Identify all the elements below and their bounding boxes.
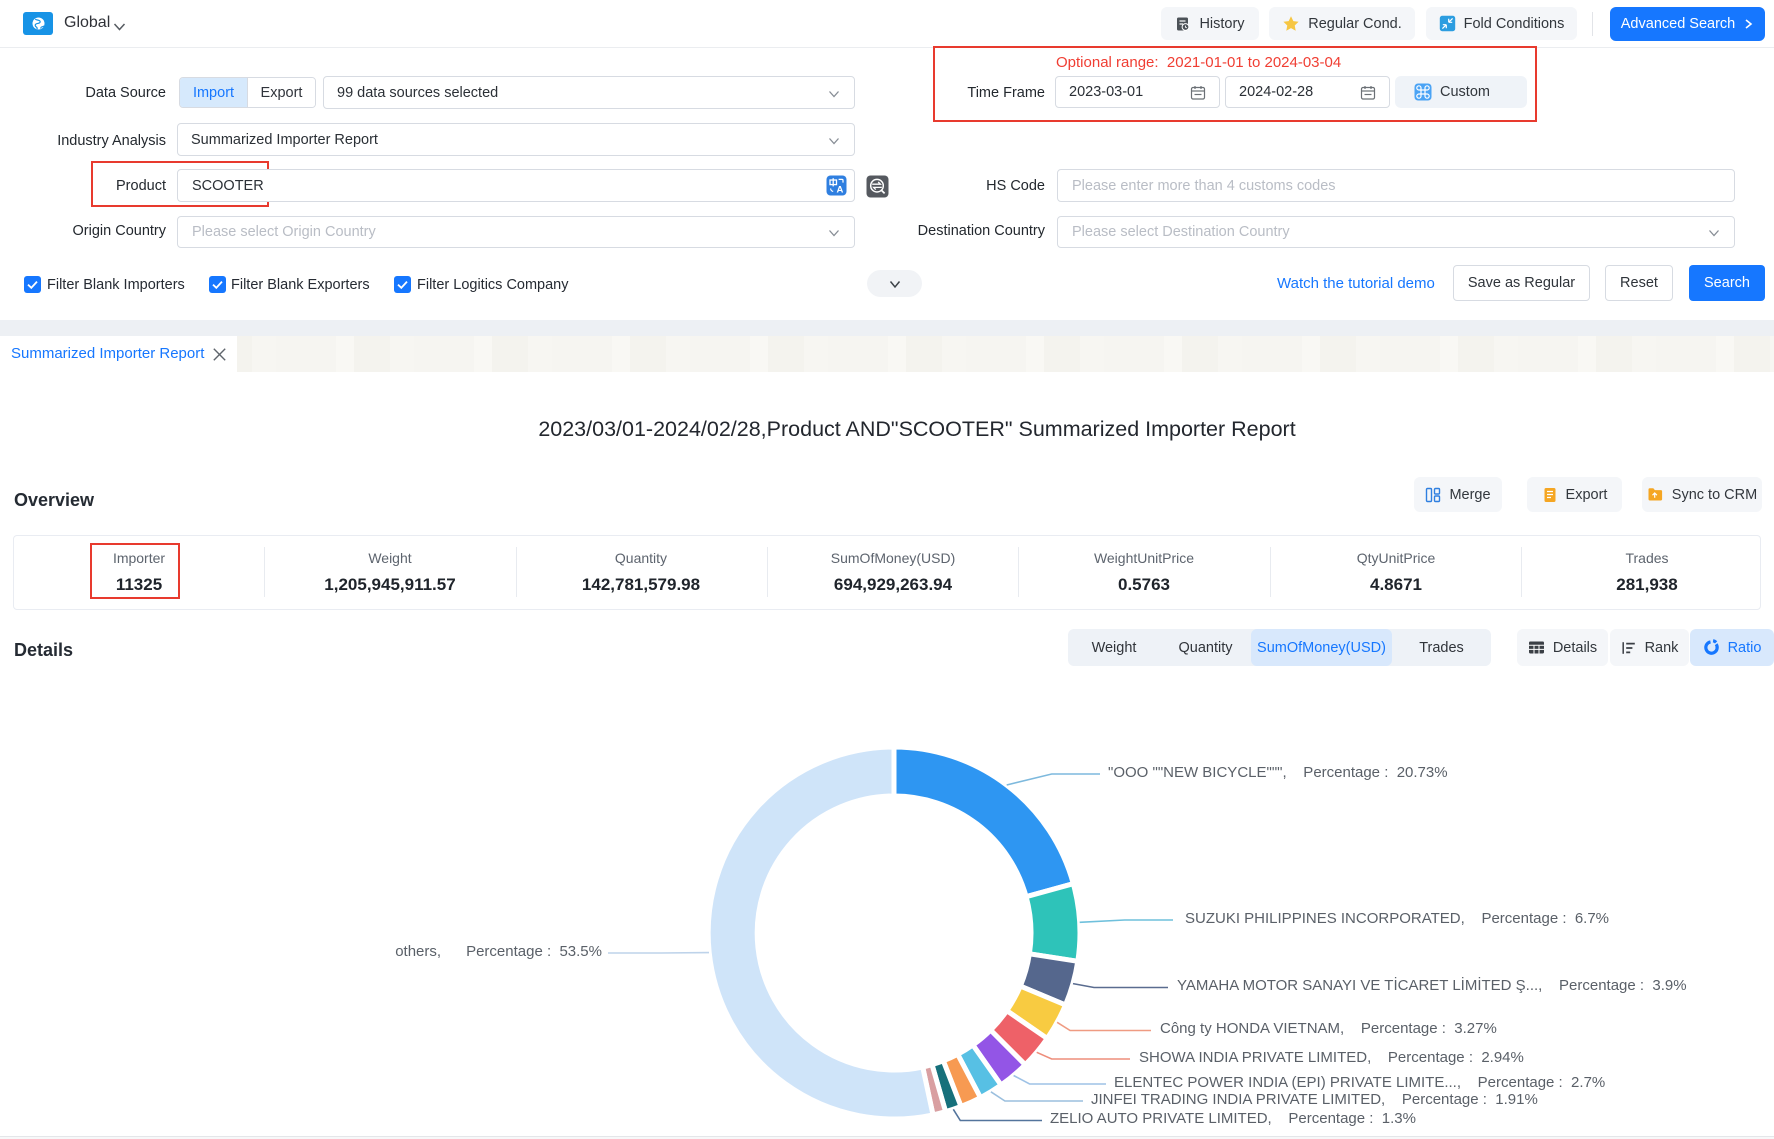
- svg-text:A: A: [836, 184, 843, 195]
